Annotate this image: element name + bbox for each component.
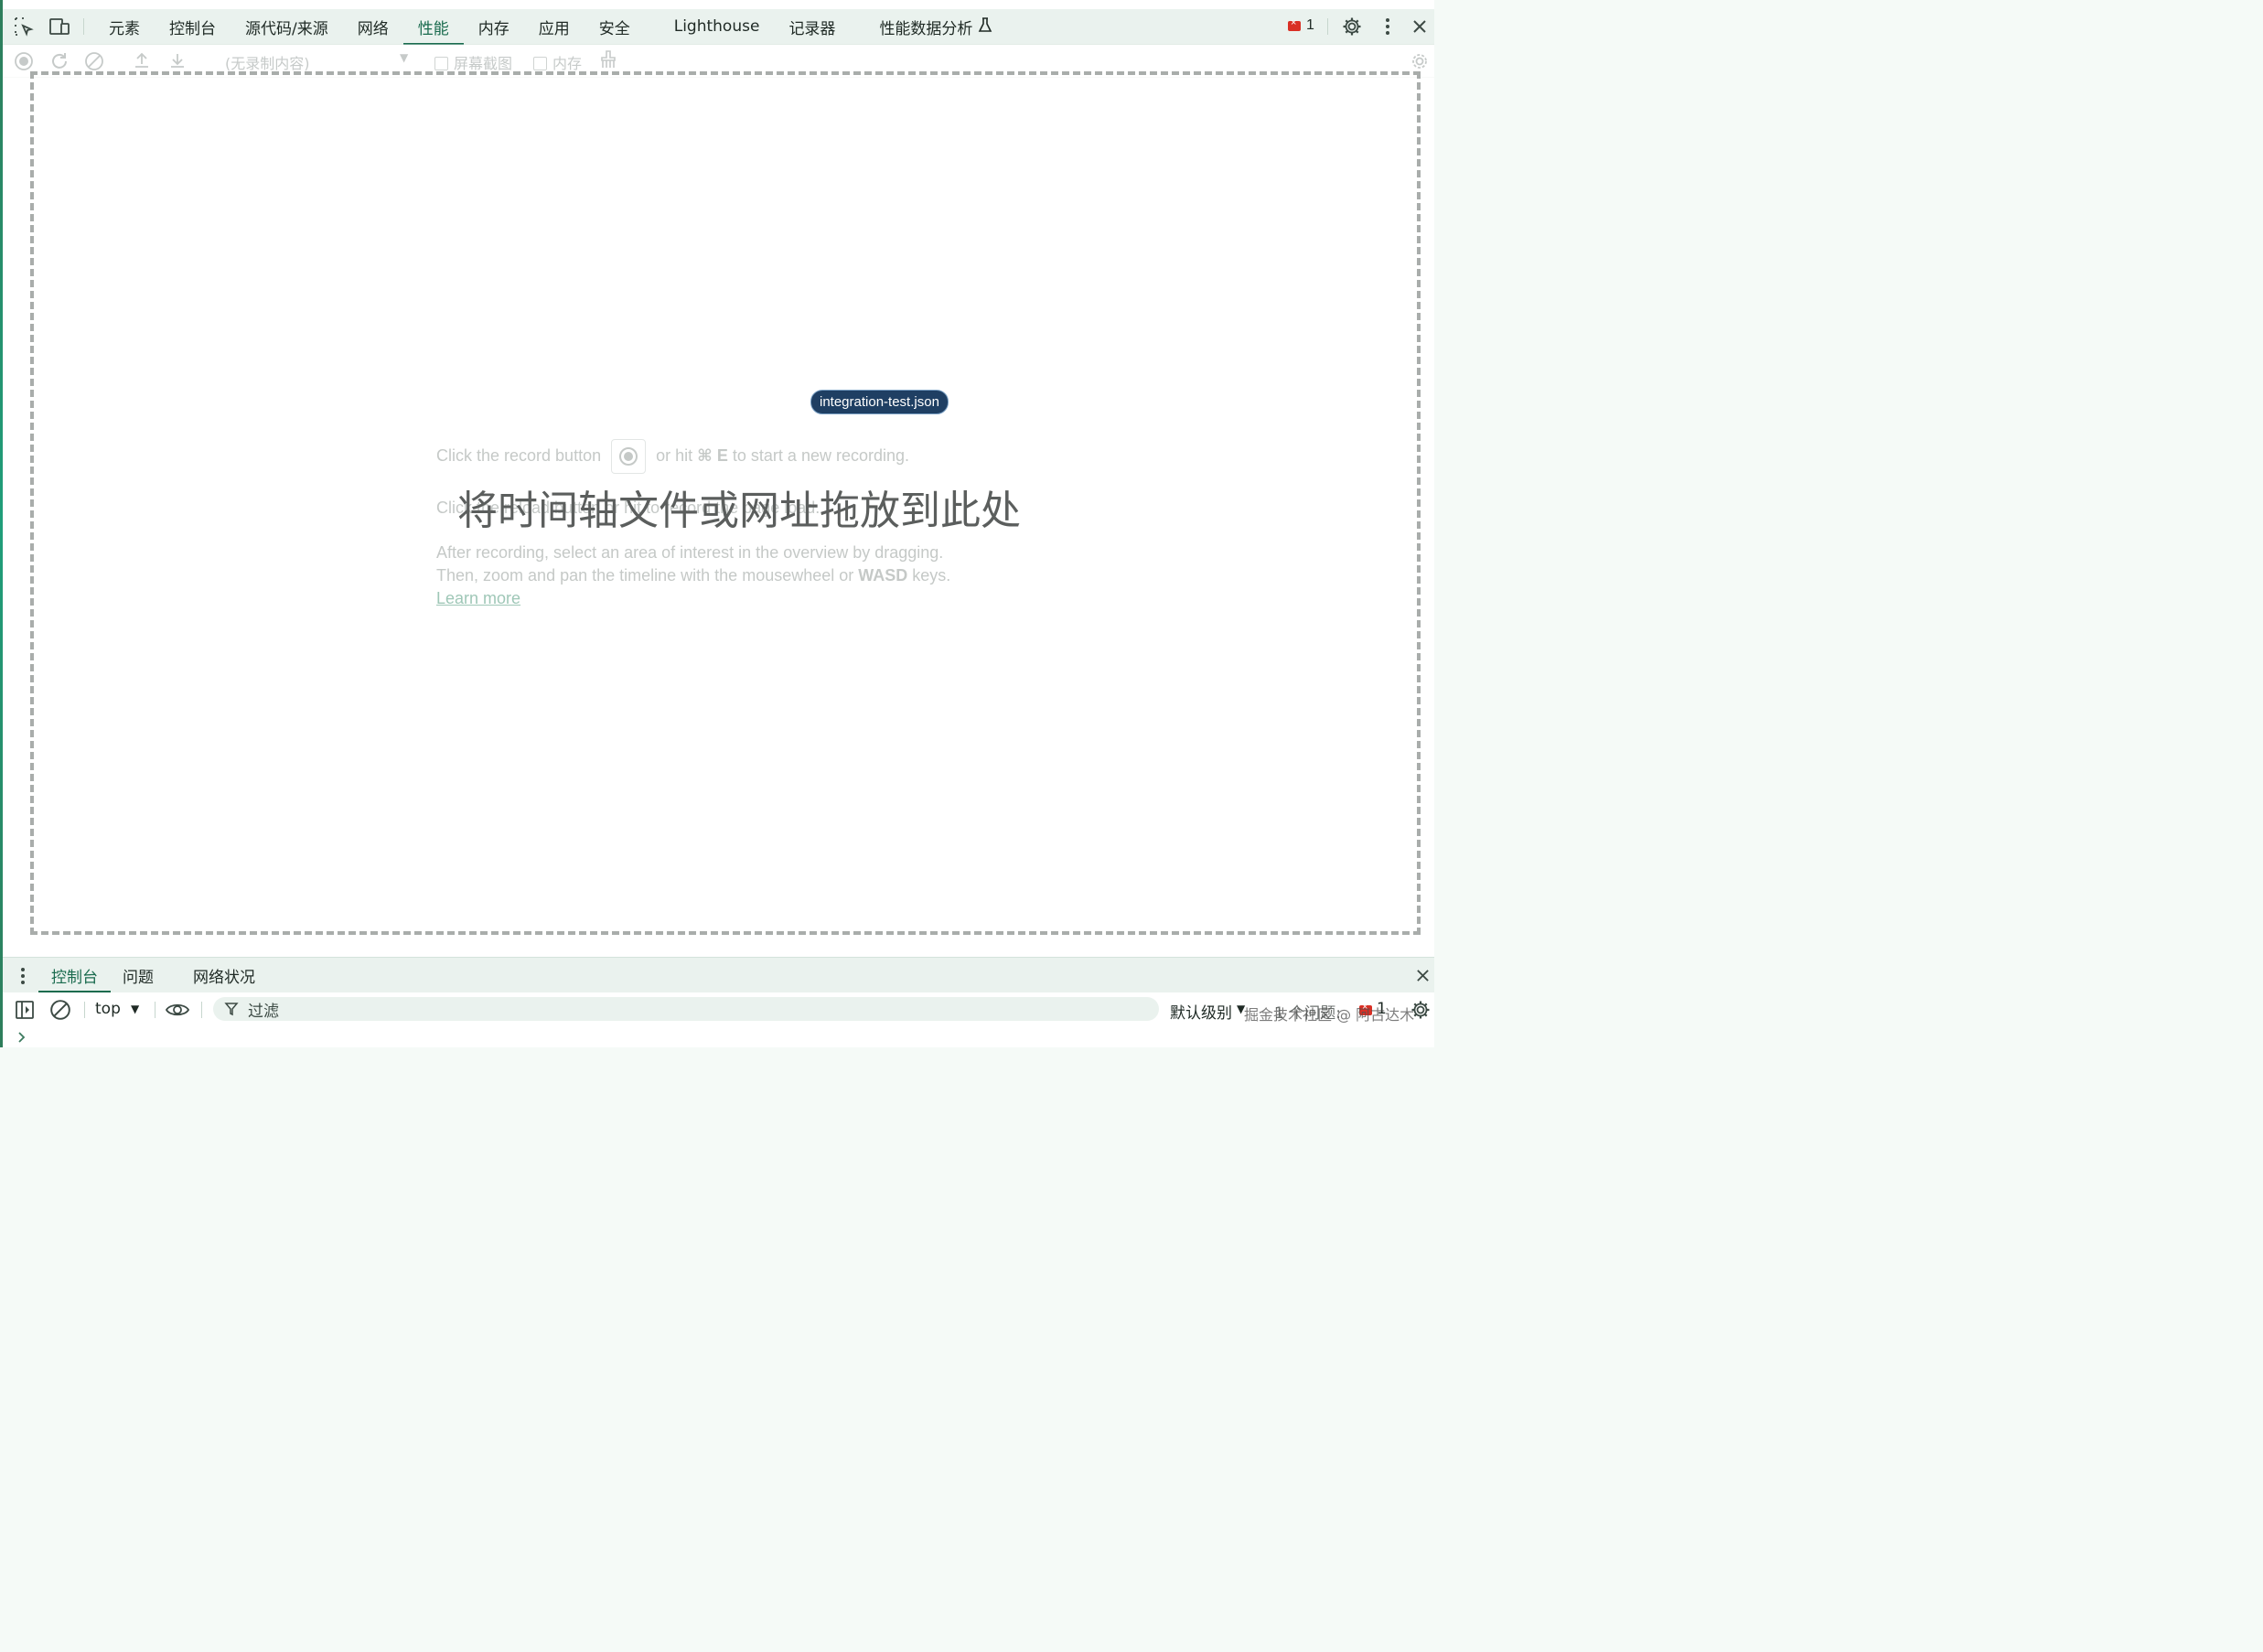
upload-icon[interactable] <box>133 51 151 73</box>
collect-garbage-icon[interactable] <box>599 49 617 73</box>
panel-tabs: 元素 控制台 源代码/来源 网络 性能 内存 应用 安全 Lighthouse … <box>94 9 1007 45</box>
live-expression-eye-icon[interactable] <box>165 1001 190 1024</box>
drawer-tab-label: 问题 <box>123 968 154 987</box>
console-toolbar: top ▼ 过滤 默认级别 ▼ 1 个问题: 1 <box>3 992 1434 1028</box>
watermark: 掘金技术社区 @ 阿古达木 <box>1244 1006 1415 1024</box>
toolbar-divider <box>155 1002 156 1018</box>
toolbar-divider <box>84 1002 85 1018</box>
flask-icon <box>978 16 992 38</box>
recording-select[interactable]: (无录制内容) <box>225 51 310 73</box>
hint-text: or hit <box>656 445 693 465</box>
drop-zone-title: 将时间轴文件或网址拖放到此处 <box>457 488 1021 534</box>
tab-label: 元素 <box>109 19 140 38</box>
hint-text: keys. <box>912 566 951 585</box>
settings-gear-icon[interactable] <box>1341 16 1363 38</box>
drawer-tab-console[interactable]: 控制台 <box>38 958 111 992</box>
hint-text: to start a new recording. <box>732 445 910 465</box>
tab-divider <box>83 18 84 35</box>
toolbar-divider <box>201 1002 202 1018</box>
learn-more-link[interactable]: Learn more <box>436 589 520 607</box>
close-devtools-icon[interactable] <box>1409 16 1431 38</box>
tab-lighthouse[interactable]: Lighthouse <box>660 9 775 44</box>
devtools-window: 元素 控制台 源代码/来源 网络 性能 内存 应用 安全 Lighthouse … <box>0 0 1434 1047</box>
record-hint: Click the record button or hit ⌘ E to st… <box>436 439 909 474</box>
tab-application[interactable]: 应用 <box>524 9 585 44</box>
tab-network[interactable]: 网络 <box>343 9 403 44</box>
tab-label: 应用 <box>538 19 570 38</box>
tab-label: 网络 <box>357 19 389 38</box>
clear-console-icon[interactable] <box>49 999 71 1025</box>
navigation-hint: Then, zoom and pan the timeline with the… <box>436 566 950 585</box>
tab-console[interactable]: 控制台 <box>155 9 231 44</box>
tab-label: Lighthouse <box>673 17 760 36</box>
log-level-select[interactable]: 默认级别 <box>1170 1000 1232 1023</box>
window-edge <box>0 0 3 1047</box>
tab-label: 控制台 <box>169 19 216 38</box>
drawer-menu-icon[interactable] <box>20 967 26 990</box>
tab-performance[interactable]: 性能 <box>402 9 464 45</box>
chevron-down-icon: ▼ <box>400 51 409 64</box>
drawer-tab-label: 控制台 <box>51 968 98 987</box>
main-tab-bar: 元素 控制台 源代码/来源 网络 性能 内存 应用 安全 Lighthouse … <box>3 9 1434 45</box>
tab-security[interactable]: 安全 <box>585 9 660 44</box>
show-sidebar-icon[interactable] <box>15 1000 35 1024</box>
drawer-tab-bar: 控制台 问题 网络状况 <box>3 957 1434 992</box>
prompt-chevron-icon <box>17 1031 27 1048</box>
issues-count: 1 <box>1306 17 1314 33</box>
tab-label: 性能 <box>417 19 449 38</box>
tab-sources[interactable]: 源代码/来源 <box>231 9 343 44</box>
tab-performance-insights[interactable]: 性能数据分析 <box>864 9 1007 44</box>
drawer-tab-issues[interactable]: 问题 <box>123 958 154 992</box>
issues-counter[interactable]: 1 <box>1288 17 1314 34</box>
tab-memory[interactable]: 内存 <box>464 9 524 44</box>
filter-funnel-icon <box>224 1002 239 1016</box>
issue-flag-icon <box>1288 17 1301 31</box>
hint-text: Click the record button <box>436 445 602 465</box>
learn-more-container: Learn more <box>436 589 520 608</box>
record-button-hint-icon <box>611 439 647 474</box>
tab-label: 安全 <box>598 19 630 38</box>
filter-input[interactable]: 过滤 <box>213 997 1159 1021</box>
tab-label: 记录器 <box>788 19 836 38</box>
tab-recorder[interactable]: 记录器 <box>774 9 864 44</box>
inspect-element-icon[interactable] <box>13 16 35 38</box>
tab-label: 性能数据分析 <box>879 19 973 38</box>
screenshots-checkbox[interactable]: 屏幕截图 <box>434 51 512 73</box>
dragged-file-chip: integration-test.json <box>810 390 949 414</box>
more-menu-icon[interactable] <box>1377 16 1399 38</box>
download-icon[interactable] <box>168 51 187 73</box>
memory-label: 内存 <box>552 55 583 72</box>
memory-checkbox[interactable]: 内存 <box>533 51 582 73</box>
device-toolbar-icon[interactable] <box>48 16 70 38</box>
shortcut-key: ⌘ E <box>697 445 728 465</box>
close-drawer-icon[interactable] <box>1416 969 1430 987</box>
drawer-tab-network-conditions[interactable]: 网络状况 <box>193 958 255 992</box>
tab-divider <box>1327 18 1328 35</box>
shortcut-key: WASD <box>858 566 908 585</box>
tab-label: 源代码/来源 <box>245 19 328 38</box>
chevron-down-icon: ▼ <box>131 1003 140 1015</box>
screenshots-label: 屏幕截图 <box>454 55 513 72</box>
console-prompt[interactable] <box>3 1027 1434 1047</box>
context-select[interactable]: top <box>95 1000 121 1018</box>
overview-hint: After recording, select an area of inter… <box>436 543 944 562</box>
tab-elements[interactable]: 元素 <box>94 9 155 44</box>
hint-text: Then, zoom and pan the timeline with the… <box>436 566 854 585</box>
filter-placeholder: 过滤 <box>248 1002 279 1021</box>
tab-label: 内存 <box>477 19 509 38</box>
drawer-tab-label: 网络状况 <box>193 968 255 987</box>
